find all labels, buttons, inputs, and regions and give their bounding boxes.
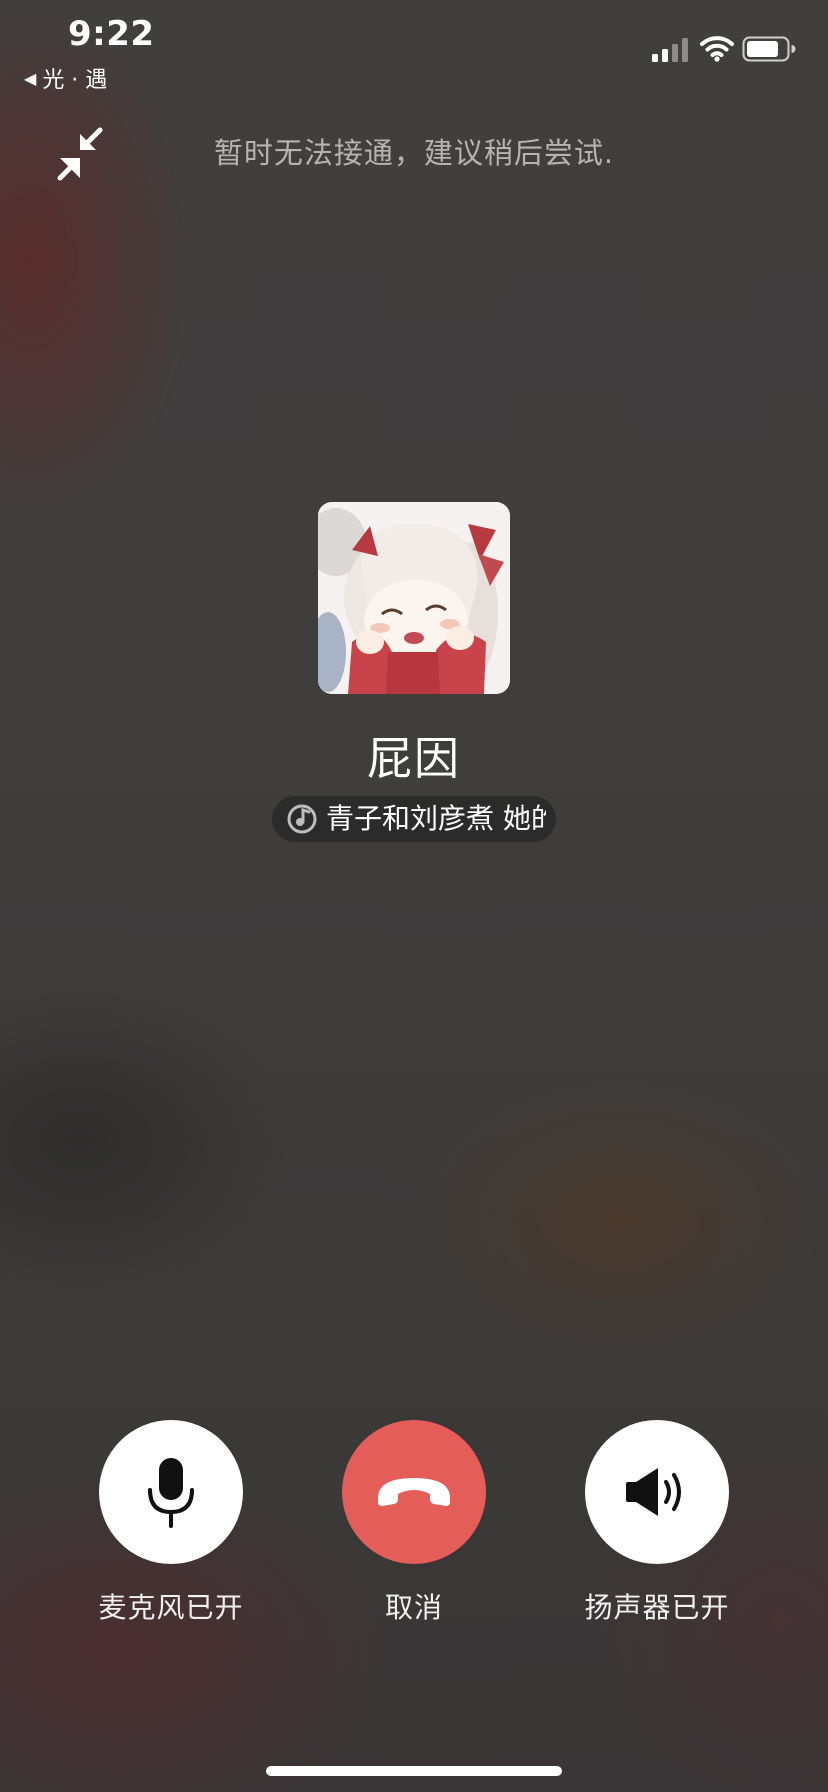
speaker-label: 扬声器已开 — [584, 1591, 730, 1624]
wifi-icon — [700, 36, 734, 62]
microphone-button[interactable] — [99, 1420, 243, 1564]
battery-icon — [742, 36, 796, 62]
hang-up-phone-icon — [378, 1478, 450, 1506]
call-status-text: 暂时无法接通，建议稍后尝试. — [213, 136, 615, 170]
hang-up-button[interactable] — [342, 1420, 486, 1564]
speaker-button[interactable] — [585, 1420, 729, 1564]
anime-avatar-illustration — [318, 502, 510, 694]
cellular-signal-icon — [652, 38, 688, 62]
microphone-icon — [148, 1458, 194, 1528]
now-playing-pill[interactable]: 青子和刘彦煮 她的 — [272, 796, 556, 842]
speaker-icon — [626, 1468, 681, 1516]
microphone-label: 麦克风已开 — [98, 1591, 244, 1624]
hang-up-label: 取消 — [384, 1591, 443, 1624]
status-time: 9:22 — [68, 14, 155, 54]
back-triangle-icon: ◀ — [24, 68, 37, 88]
back-app-name: 光 · 遇 — [42, 68, 108, 93]
contact-name: 屁因 — [366, 732, 461, 785]
now-playing-text: 青子和刘彦煮 她的 — [326, 802, 546, 835]
home-indicator[interactable] — [266, 1766, 562, 1776]
music-note-icon — [287, 804, 317, 834]
contact-avatar — [318, 502, 510, 694]
back-to-app[interactable]: ◀ 光 · 遇 — [24, 62, 107, 94]
